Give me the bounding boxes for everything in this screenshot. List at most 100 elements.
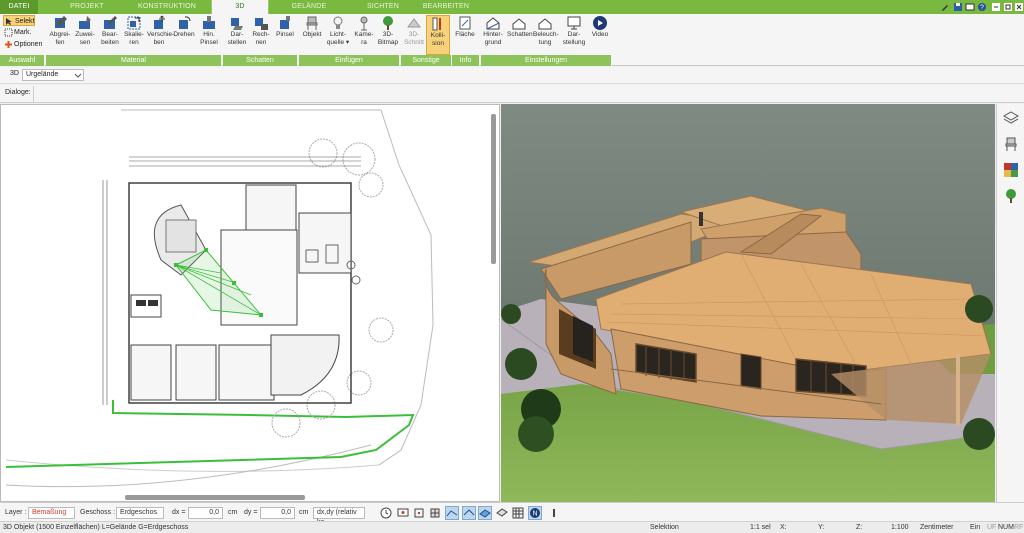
- svg-text:?: ?: [980, 5, 984, 12]
- dy-value: 0,0: [281, 509, 291, 516]
- video-label: Video: [591, 31, 609, 38]
- dx-input[interactable]: 0,0: [188, 507, 223, 519]
- optionen-button[interactable]: Optionen: [3, 39, 42, 50]
- abgreifen-label: Abgrei- fen: [49, 31, 71, 46]
- geschoss-label: Geschoss :: [80, 509, 116, 516]
- tab-bearbeiten[interactable]: BEARBEITEN: [418, 0, 474, 14]
- snap-icon[interactable]: [413, 507, 425, 519]
- play-icon: [593, 16, 607, 30]
- ribbon-tab-bar: DATEI PROJEKT KONSTRUKTION 3D GELÄNDE SI…: [0, 0, 1024, 15]
- bitmap-button[interactable]: 3D- Bitmap: [376, 15, 400, 47]
- selekt-label: Selekt: [15, 18, 35, 25]
- dy-unit: cm: [299, 509, 309, 516]
- surface-icon[interactable]: [496, 507, 508, 519]
- darstellen-button[interactable]: Dar- stellen: [225, 15, 249, 47]
- window-icon[interactable]: [965, 2, 975, 12]
- status-x: X:: [780, 524, 787, 531]
- vertical-scrollbar[interactable]: [491, 114, 496, 264]
- rechnen-label: Rech- nen: [252, 31, 270, 46]
- selekt-button[interactable]: Selekt: [3, 15, 35, 26]
- geschoss-dropdown[interactable]: Erdgeschos: [116, 507, 164, 519]
- lichtquelle-label: Licht- quelle ▾: [326, 31, 350, 46]
- schnitt-label: 3D- Schnitt: [404, 31, 424, 46]
- section-cut-icon: [407, 18, 421, 28]
- drehen-button[interactable]: Drehen: [172, 15, 196, 39]
- plane-tool-icon[interactable]: [478, 506, 492, 520]
- house-background-icon: [486, 17, 500, 30]
- zuweisen-button[interactable]: Zuwei- sen: [73, 15, 97, 47]
- darstellung-label: Dar- stellung: [562, 31, 586, 46]
- lichtquelle-button[interactable]: Licht- quelle ▾: [326, 15, 350, 47]
- help-icon[interactable]: ?: [977, 2, 987, 12]
- paint-bucket-icon: [79, 16, 91, 29]
- house-3d-render: [501, 104, 995, 502]
- video-button[interactable]: Video: [588, 15, 612, 39]
- raster-icon[interactable]: [512, 507, 524, 519]
- view-toolbar: 3D Urgelände: [0, 67, 1024, 84]
- tab-datei[interactable]: DATEI: [0, 0, 38, 14]
- verschieben-button[interactable]: Verschie- ben: [147, 15, 174, 47]
- status-y: Y:: [818, 524, 825, 531]
- zuweisen-label: Zuwei- sen: [75, 31, 95, 46]
- cursor-icon: [6, 18, 12, 25]
- bottom-toolbar: Layer : Bemaßung Geschoss : Erdgeschos d…: [0, 502, 1024, 526]
- restore-icon[interactable]: [1003, 2, 1013, 12]
- cursor-toggle-icon[interactable]: [548, 507, 560, 519]
- screen-icon[interactable]: [397, 507, 409, 519]
- tab-konstruktion[interactable]: KONSTRUKTION: [124, 0, 210, 14]
- group-material: Material: [46, 55, 222, 66]
- schatten-setting-button[interactable]: Schatten: [507, 15, 533, 39]
- dy-input[interactable]: 0,0: [260, 507, 295, 519]
- layer-dropdown[interactable]: Bemaßung: [28, 507, 75, 519]
- status-ein: Ein: [970, 524, 981, 531]
- hintergrund-button[interactable]: Hinter- grund: [481, 15, 505, 47]
- group-einstellungen: Einstellungen: [481, 55, 612, 66]
- tree-icon[interactable]: [1003, 188, 1019, 204]
- render-3d-view[interactable]: [501, 104, 995, 502]
- line-tool-icon[interactable]: [445, 506, 459, 520]
- tab-sichten[interactable]: SICHTEN: [348, 0, 418, 14]
- kamera-button[interactable]: Kame- ra: [352, 15, 376, 47]
- minimize-icon[interactable]: [991, 2, 1001, 12]
- material-palette-icon[interactable]: [1003, 162, 1019, 178]
- terrain-dropdown[interactable]: Urgelände: [22, 69, 84, 81]
- info-toggle-icon[interactable]: N: [528, 506, 542, 520]
- schnitt-button[interactable]: 3D- Schnitt: [402, 15, 426, 47]
- rechnen-button[interactable]: Rech- nen: [249, 15, 273, 47]
- bearbeiten-button[interactable]: Bear- beiten: [98, 15, 122, 47]
- horizontal-scrollbar[interactable]: [125, 495, 305, 500]
- tab-gelaende[interactable]: GELÄNDE: [270, 0, 348, 14]
- divider: [33, 86, 34, 102]
- kollision-button[interactable]: Kolli- sion: [426, 15, 450, 55]
- coordinate-mode-dropdown[interactable]: dx,dy (relativ ka: [313, 507, 365, 526]
- rotate-icon: [179, 16, 191, 29]
- grid-snap-icon[interactable]: [429, 507, 441, 519]
- geschoss-value: Erdgeschos: [120, 509, 157, 516]
- status-num: NUM: [998, 524, 1014, 531]
- layers-icon[interactable]: [1003, 110, 1019, 126]
- pinsel-button[interactable]: Pinsel: [273, 15, 297, 39]
- clock-icon[interactable]: [380, 507, 392, 519]
- objekt-button[interactable]: Objekt: [300, 15, 324, 39]
- skalieren-button[interactable]: Skalie- ren: [122, 15, 146, 47]
- beleuchtung-button[interactable]: Beleuch- tung: [533, 15, 559, 47]
- dx-unit: cm: [228, 509, 238, 516]
- close-icon[interactable]: [1014, 2, 1024, 12]
- scale-icon: [127, 16, 141, 30]
- save-icon[interactable]: [953, 2, 963, 12]
- plan-2d-view[interactable]: [0, 104, 500, 502]
- tab-projekt[interactable]: PROJEKT: [52, 0, 122, 14]
- tab-3d[interactable]: 3D: [211, 0, 269, 15]
- hin-pinsel-button[interactable]: Hin. Pinsel: [197, 15, 221, 47]
- flaeche-label: Fläche: [455, 31, 475, 38]
- pen-icon[interactable]: [940, 2, 950, 12]
- flaeche-button[interactable]: Fläche: [453, 15, 477, 39]
- status-info: 3D Objekt (1500 Einzelflächen) L=Gelände…: [3, 524, 189, 531]
- layer-label: Layer :: [5, 509, 27, 516]
- status-mode: Selektion: [650, 524, 679, 531]
- chair-object-icon[interactable]: [1003, 136, 1019, 152]
- darstellung-button[interactable]: Dar- stellung: [562, 15, 586, 47]
- abgreifen-button[interactable]: Abgrei- fen: [48, 15, 72, 47]
- angle-tool-icon[interactable]: [462, 506, 476, 520]
- markieren-button[interactable]: Mark.: [3, 27, 32, 38]
